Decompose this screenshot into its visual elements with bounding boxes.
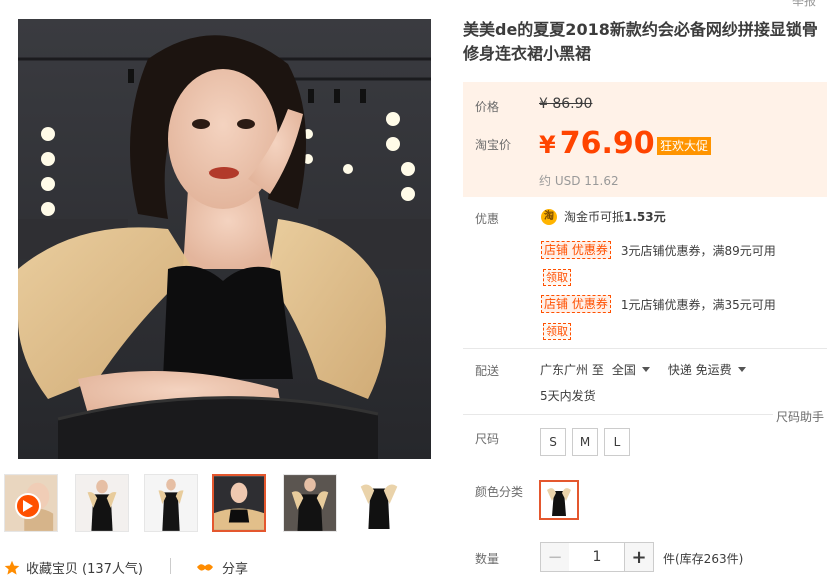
shipping-eta: 5天内发货: [540, 389, 596, 403]
promotions-label: 优惠: [475, 212, 500, 226]
quantity-decrease-button[interactable]: −: [540, 542, 570, 572]
favorite-label: 收藏宝贝: [26, 562, 79, 577]
thumbnail-strip: [0, 474, 440, 536]
size-option-m[interactable]: M: [572, 428, 598, 456]
shipping-method-dropdown[interactable]: 快递 免运费: [668, 361, 746, 378]
size-helper-link[interactable]: 尺码助手: [776, 408, 824, 425]
coupon-tag: 店铺 优惠券: [541, 241, 611, 259]
chevron-down-icon: [641, 367, 650, 372]
destination-value: 全国: [611, 363, 636, 377]
coin-amount: 1.53元: [624, 210, 666, 224]
share-button[interactable]: 分享: [196, 558, 248, 577]
quantity-increase-button[interactable]: +: [624, 542, 654, 572]
original-price: ¥ 86.90: [539, 96, 593, 112]
currency-symbol: ¥: [539, 131, 556, 159]
dress-swatch-icon: [544, 483, 574, 517]
share-label: 分享: [222, 562, 249, 577]
thumbnail-4-selected[interactable]: [212, 474, 266, 532]
size-option-s[interactable]: S: [540, 428, 566, 456]
coupon-1: 店铺 优惠券 3元店铺优惠券，满89元可用: [541, 241, 776, 259]
play-icon[interactable]: [15, 493, 41, 519]
size-label: 尺码: [475, 432, 500, 446]
receive-coupon-2-button[interactable]: 领取: [543, 323, 571, 340]
shipping-origin: 广东广州 至: [540, 363, 604, 377]
divider: [463, 348, 827, 349]
quantity-label: 数量: [475, 552, 500, 566]
taobao-price-label: 淘宝价: [475, 138, 512, 152]
coupon-tag: 店铺 优惠券: [541, 295, 611, 313]
shipping-label: 配送: [475, 364, 500, 378]
color-option-black-dress[interactable]: [539, 480, 579, 520]
favorite-count: (137人气): [82, 562, 143, 577]
star-icon: [4, 560, 20, 575]
thumbnail-5[interactable]: [283, 474, 337, 532]
favorite-button[interactable]: 收藏宝贝 (137人气): [4, 558, 143, 577]
quantity-input[interactable]: [569, 542, 625, 572]
taojinbi-coin-icon: 淘: [541, 208, 557, 225]
size-option-l[interactable]: L: [604, 428, 630, 456]
thumbnail-2[interactable]: [75, 474, 129, 532]
promotions-section: 优惠 淘 淘金币可抵 1.53元 店铺 优惠券 3元店铺优惠券，满89元可用 领…: [463, 197, 827, 345]
coupon-2: 店铺 优惠券 1元店铺优惠券，满35元可用: [541, 295, 776, 313]
coupon-text: 1元店铺优惠券，满35元可用: [620, 297, 776, 312]
usd-price: 约 USD 11.62: [539, 174, 619, 188]
current-price: ¥ 76.90: [539, 126, 655, 161]
product-title: 美美de的夏夏2018新款约会必备网纱拼接显锁骨修身连衣裙小黑裙: [463, 20, 818, 63]
report-link[interactable]: 举报: [792, 0, 816, 9]
thumbnail-6[interactable]: [352, 474, 406, 532]
promo-badge: 狂欢大促: [657, 137, 712, 155]
main-product-image[interactable]: [18, 19, 431, 459]
thumbnail-3[interactable]: [144, 474, 198, 532]
shipping-info: 广东广州 至 全国 快递 免运费: [540, 361, 746, 378]
thumbnail-video[interactable]: [4, 474, 58, 532]
shipping-method: 快递 免运费: [667, 363, 732, 377]
divider: [463, 414, 773, 415]
price-panel: 价格 ¥ 86.90 淘宝价 ¥ 76.90 狂欢大促 约 USD 11.62: [463, 82, 827, 197]
coin-text: 淘金币可抵: [564, 210, 625, 224]
taojinbi-line: 淘 淘金币可抵 1.53元: [541, 208, 666, 225]
receive-coupon-1-button[interactable]: 领取: [543, 269, 571, 286]
destination-dropdown[interactable]: 全国: [612, 361, 650, 378]
divider: [170, 558, 171, 574]
coupon-text: 3元店铺优惠券，满89元可用: [620, 243, 776, 258]
action-bar: 收藏宝贝 (137人气) 分享: [0, 556, 440, 578]
share-icon: [197, 563, 213, 571]
price-label: 价格: [475, 100, 500, 114]
stock-info: 件(库存263件): [663, 552, 744, 566]
chevron-down-icon: [737, 367, 746, 372]
color-label: 颜色分类: [475, 485, 524, 499]
current-price-value: 76.90: [559, 126, 655, 161]
